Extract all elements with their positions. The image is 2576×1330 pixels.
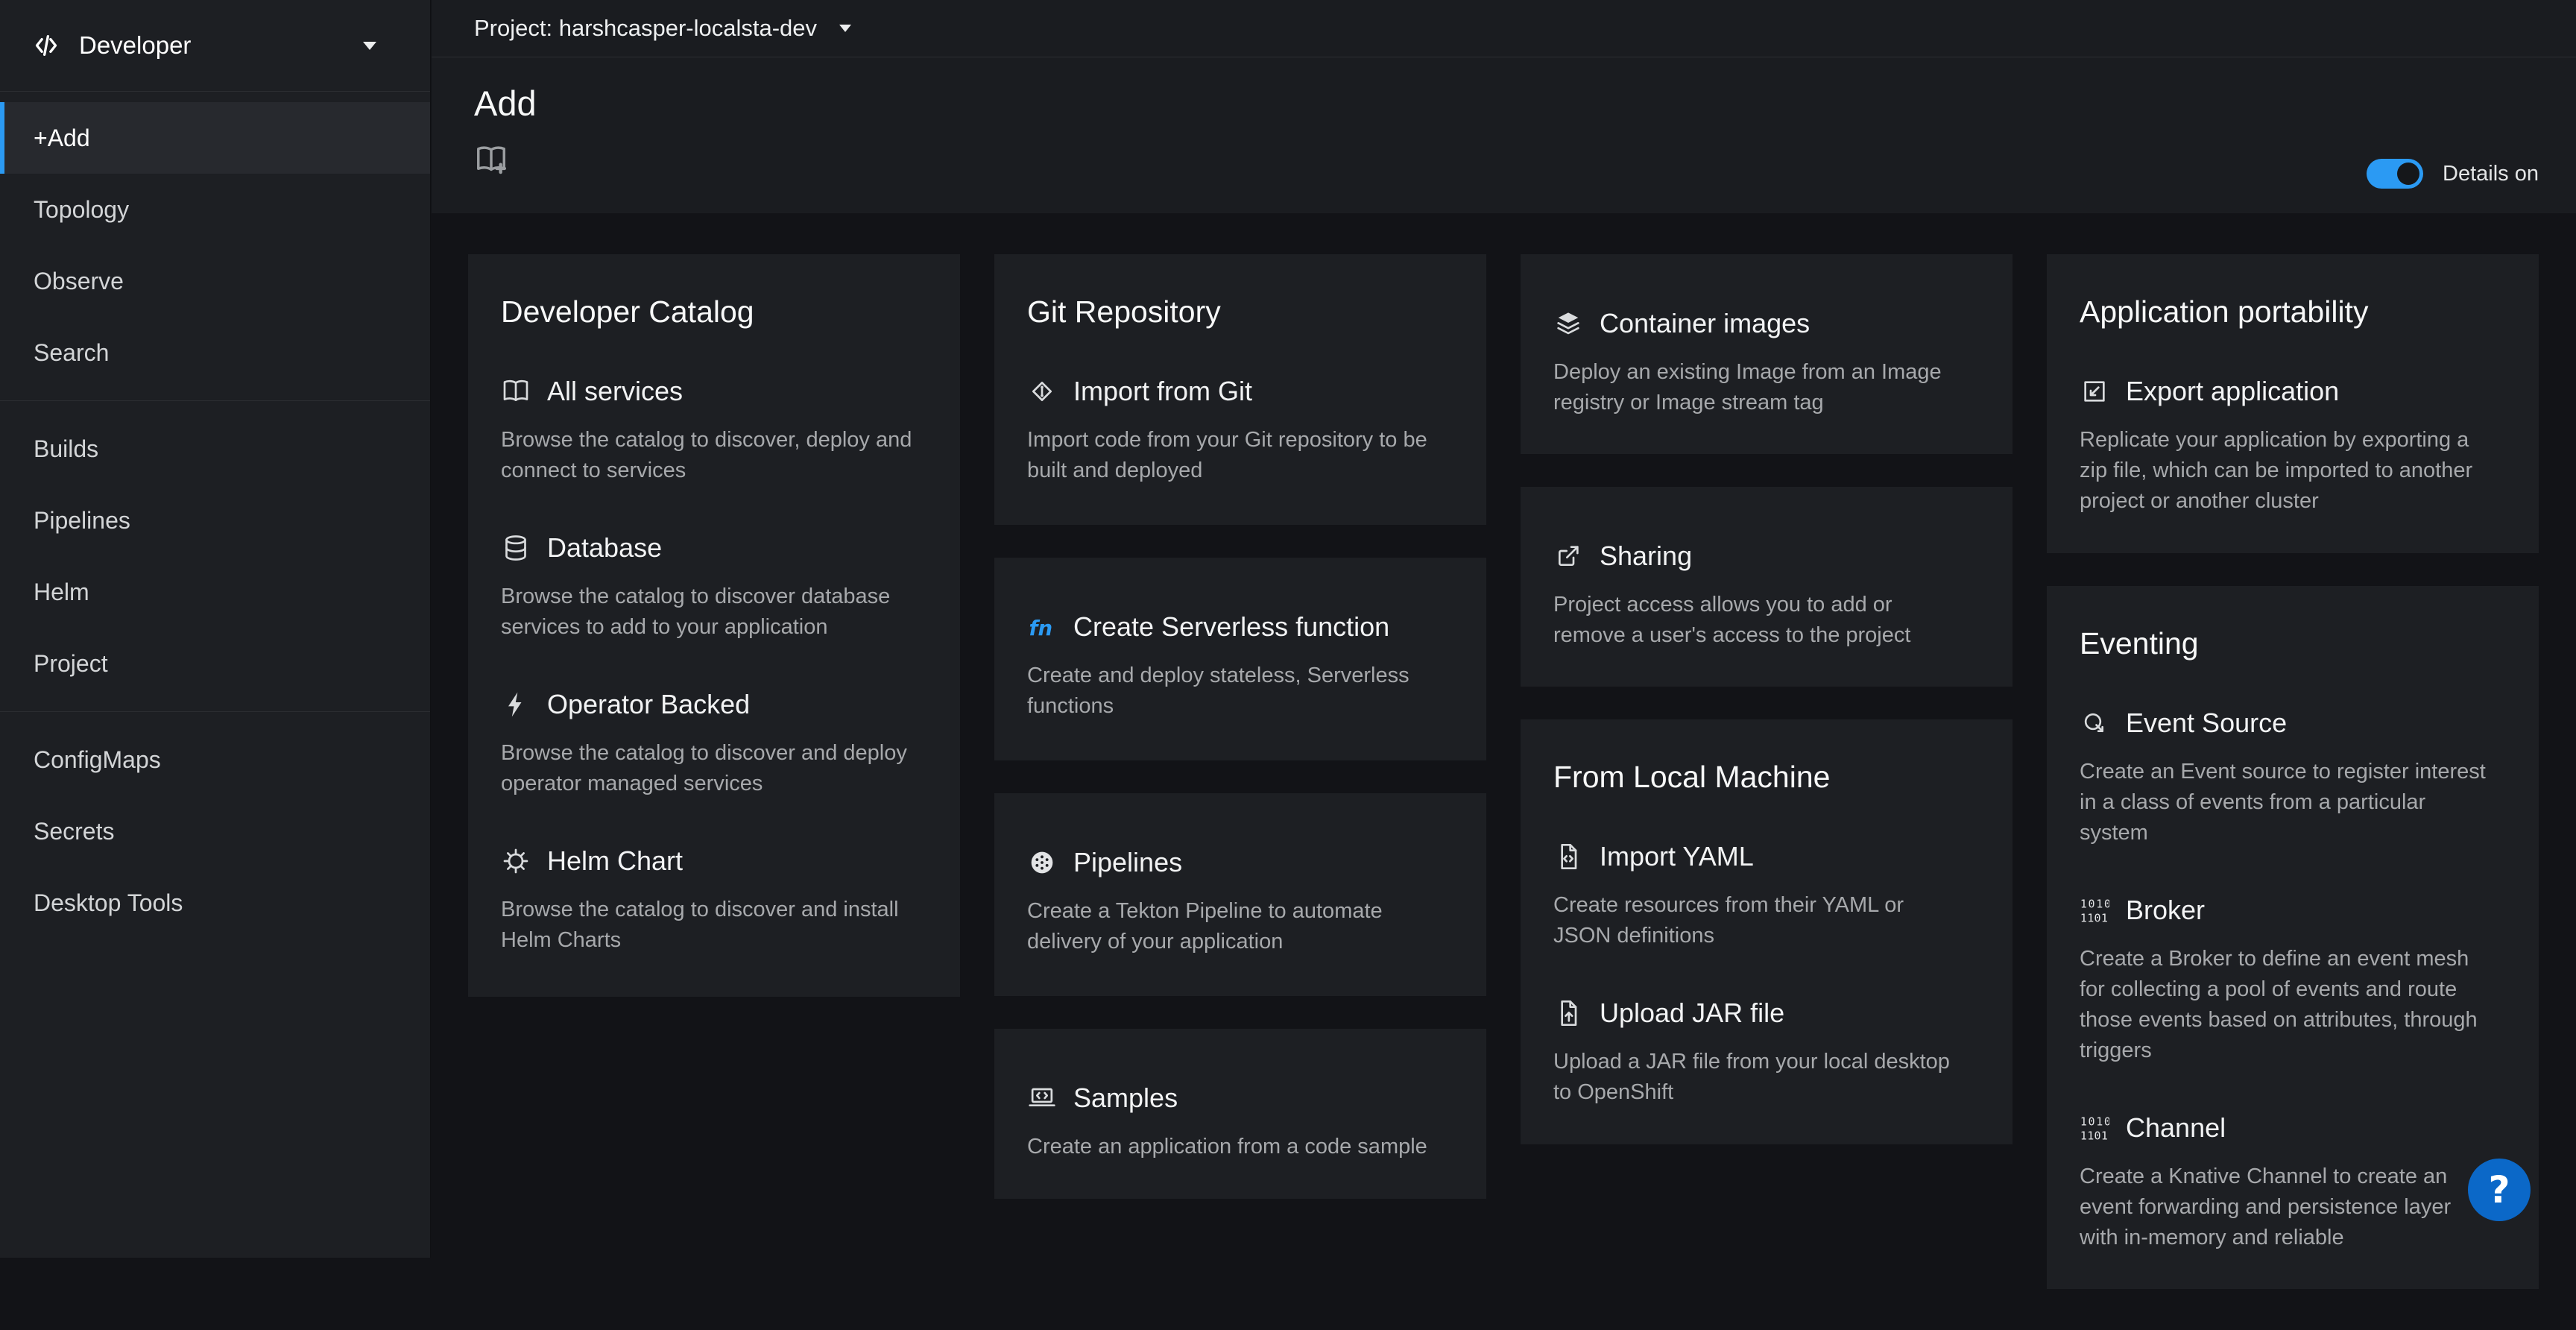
sidebar-divider: [0, 711, 430, 712]
card-title: Git Repository: [1027, 294, 1453, 330]
card-container-images: Container images Deploy an existing Imag…: [1521, 254, 2012, 454]
card-serverless: fn Create Serverless function Create and…: [994, 558, 1486, 760]
git-icon: [1027, 376, 1057, 406]
card-git-repository: Git Repository Import from Git: [994, 254, 1486, 525]
svg-text:11011: 11011: [2080, 1129, 2109, 1143]
svg-text:1010: 1010: [2080, 1115, 2109, 1128]
chevron-down-icon: [839, 25, 851, 32]
fn-icon: fn: [1027, 612, 1057, 642]
add-item-database[interactable]: Database Browse the catalog to discover …: [501, 532, 927, 643]
sidebar-item-builds[interactable]: Builds: [0, 413, 430, 485]
helm-icon: [501, 846, 531, 876]
add-item-sharing[interactable]: Sharing Project access allows you to add…: [1553, 540, 1980, 651]
details-toggle-label: Details on: [2443, 162, 2539, 186]
project-selector-label: Project: harshcasper-localsta-dev: [474, 15, 817, 42]
book-plus-icon[interactable]: [474, 142, 508, 177]
cards-column-3: Container images Deploy an existing Imag…: [1521, 254, 2012, 1144]
add-item-all-services[interactable]: All services Browse the catalog to disco…: [501, 376, 927, 486]
details-toggle-switch[interactable]: [2367, 159, 2423, 189]
sidebar-item-project[interactable]: Project: [0, 628, 430, 699]
card-title: Application portability: [2080, 294, 2506, 330]
code-icon: [31, 31, 61, 60]
cards-grid: Developer Catalog All services Browse th…: [432, 213, 2576, 1330]
cards-column-1: Developer Catalog All services Browse th…: [468, 254, 960, 997]
add-item-operator-backed[interactable]: Operator Backed Browse the catalog to di…: [501, 689, 927, 799]
main-area: Project: harshcasper-localsta-dev Add De…: [432, 0, 2576, 1258]
chevron-down-icon: [363, 42, 376, 50]
binary-icon: 1010 11011: [2080, 1113, 2109, 1143]
help-button[interactable]: ?: [2468, 1159, 2531, 1221]
page-header: Add Details on: [432, 57, 2576, 213]
card-sharing: Sharing Project access allows you to add…: [1521, 487, 2012, 687]
project-selector[interactable]: Project: harshcasper-localsta-dev: [474, 15, 851, 42]
add-item-event-source[interactable]: Event Source Create an Event source to r…: [2080, 707, 2506, 848]
sidebar-item-helm[interactable]: Helm: [0, 556, 430, 628]
sidebar-item-desktop-tools[interactable]: Desktop Tools: [0, 867, 430, 939]
binary-icon: 1010 11011: [2080, 895, 2109, 925]
add-item-channel[interactable]: 1010 11011 Channel Create a Knative Chan…: [2080, 1112, 2506, 1253]
svg-text:fn: fn: [1029, 617, 1053, 640]
sidebar-nav: +Add Topology Observe Search Builds Pipe…: [0, 92, 430, 939]
sidebar-item-pipelines[interactable]: Pipelines: [0, 485, 430, 556]
book-open-icon: [501, 376, 531, 406]
svg-text:11011: 11011: [2080, 912, 2109, 925]
add-item-export-application[interactable]: Export application Replicate your applic…: [2080, 376, 2506, 517]
add-item-pipelines[interactable]: Pipelines Create a Tekton Pipeline to au…: [1027, 847, 1453, 957]
database-icon: [501, 533, 531, 563]
card-samples: Samples Create an application from a cod…: [994, 1029, 1486, 1199]
file-code-icon: [1553, 842, 1583, 872]
sidebar-item-secrets[interactable]: Secrets: [0, 795, 430, 867]
export-icon: [2080, 376, 2109, 406]
card-developer-catalog: Developer Catalog All services Browse th…: [468, 254, 960, 997]
event-source-icon: [2080, 708, 2109, 738]
add-item-upload-jar-file[interactable]: Upload JAR file Upload a JAR file from y…: [1553, 998, 1980, 1108]
sidebar-item-search[interactable]: Search: [0, 317, 430, 388]
add-item-samples[interactable]: Samples Create an application from a cod…: [1027, 1082, 1453, 1162]
sidebar-item-add[interactable]: +Add: [0, 102, 430, 174]
share-icon: [1553, 541, 1583, 571]
sidebar-item-topology[interactable]: Topology: [0, 174, 430, 245]
question-mark-icon: ?: [2488, 1168, 2510, 1211]
card-eventing: Eventing Event Source Create an Event so: [2047, 586, 2539, 1289]
toggle-knob: [2397, 163, 2419, 185]
cards-column-2: Git Repository Import from Git: [994, 254, 1486, 1199]
sidebar-item-observe[interactable]: Observe: [0, 245, 430, 317]
cards-column-4: Application portability Export applicati…: [2047, 254, 2539, 1289]
sidebar-item-configmaps[interactable]: ConfigMaps: [0, 724, 430, 795]
sidebar-divider: [0, 400, 430, 401]
svg-text:1010: 1010: [2080, 897, 2109, 910]
add-item-broker[interactable]: 1010 11011 Broker Create a Broker to def…: [2080, 895, 2506, 1066]
card-pipelines: Pipelines Create a Tekton Pipeline to au…: [994, 793, 1486, 996]
card-title: Developer Catalog: [501, 294, 927, 330]
bolt-icon: [501, 690, 531, 719]
details-toggle-group: Details on: [2367, 159, 2539, 189]
tekton-icon: [1027, 848, 1057, 877]
page-title: Add: [474, 84, 2539, 123]
add-item-container-images[interactable]: Container images Deploy an existing Imag…: [1553, 308, 1980, 418]
perspective-switcher[interactable]: Developer: [0, 0, 430, 92]
add-item-import-yaml[interactable]: Import YAML Create resources from their …: [1553, 841, 1980, 951]
card-title: From Local Machine: [1553, 760, 1980, 795]
add-item-create-serverless-function[interactable]: fn Create Serverless function Create and…: [1027, 611, 1453, 722]
add-item-import-from-git[interactable]: Import from Git Import code from your Gi…: [1027, 376, 1453, 486]
card-from-local-machine: From Local Machine Import YAML Create re…: [1521, 719, 2012, 1144]
card-application-portability: Application portability Export applicati…: [2047, 254, 2539, 553]
file-upload-icon: [1553, 998, 1583, 1028]
card-title: Eventing: [2080, 626, 2506, 661]
laptop-code-icon: [1027, 1083, 1057, 1113]
topbar: Project: harshcasper-localsta-dev: [432, 0, 2576, 57]
add-item-helm-chart[interactable]: Helm Chart Browse the catalog to discove…: [501, 845, 927, 956]
sidebar: Developer +Add Topology Observe Search B…: [0, 0, 431, 1258]
layers-icon: [1553, 309, 1583, 338]
perspective-label: Developer: [79, 31, 191, 60]
